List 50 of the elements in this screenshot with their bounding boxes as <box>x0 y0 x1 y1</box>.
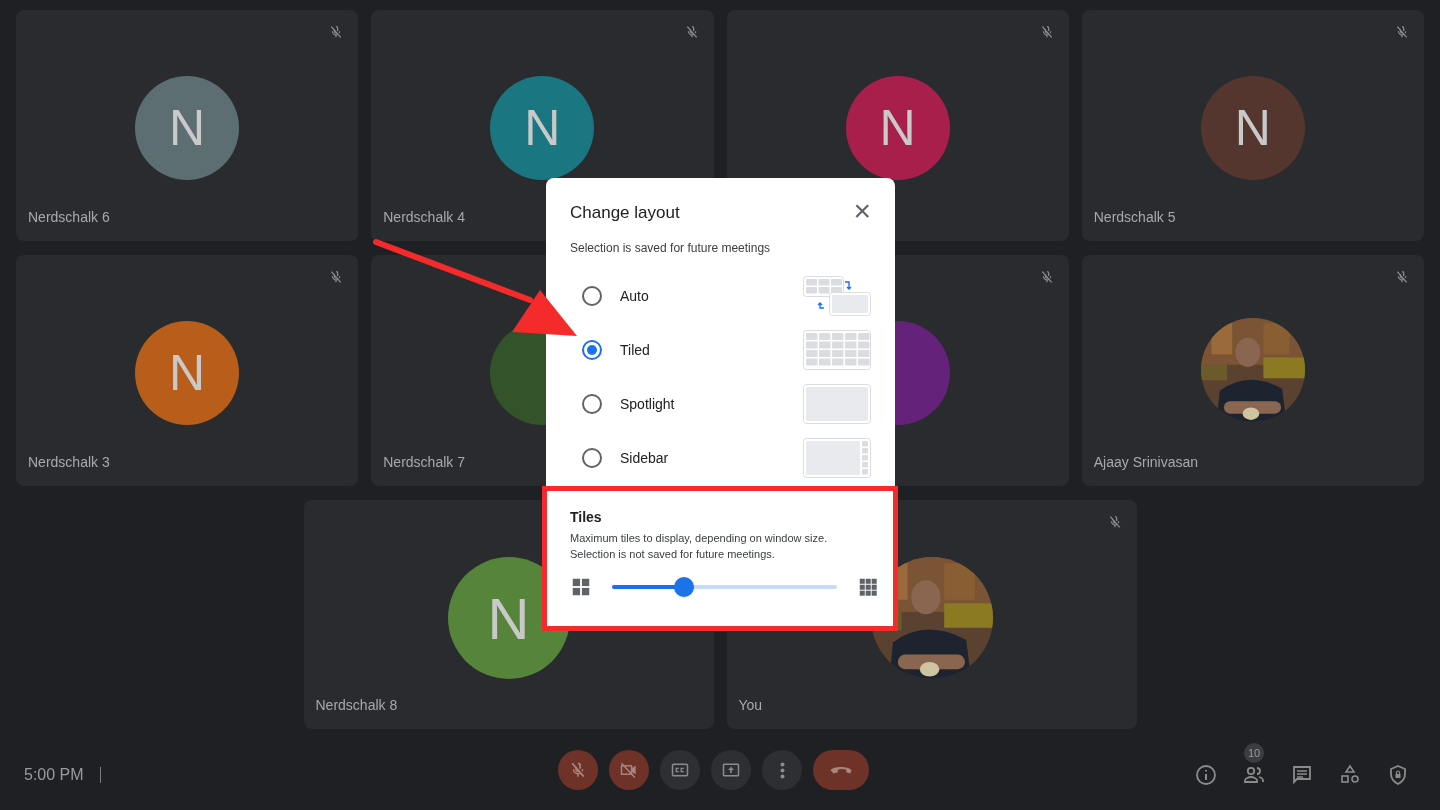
participant-avatar: N <box>135 321 240 425</box>
more-options-button[interactable] <box>762 750 802 790</box>
radio-button[interactable] <box>582 286 602 306</box>
radio-button[interactable] <box>582 448 602 468</box>
phone-icon <box>830 766 852 774</box>
microphone-button[interactable] <box>558 750 598 790</box>
small-tiles-icon <box>857 576 879 598</box>
participant-name: Nerdschalk 8 <box>315 696 398 715</box>
participant-avatar: N <box>845 76 950 180</box>
section-description: Maximum tiles to display, depending on window size. Selection is not saved for future meetings. <box>570 531 829 562</box>
participant-avatar: N <box>1200 76 1305 180</box>
chat-icon <box>1290 763 1314 787</box>
participant-name: Ajaay Srinivasan <box>1093 453 1199 472</box>
participant-name: Nerdschalk 5 <box>1093 208 1176 227</box>
slider-thumb[interactable] <box>674 577 694 597</box>
option-label: Tiled <box>620 341 650 360</box>
dialog-subtitle: Selection is saved for future meetings <box>569 240 772 256</box>
radio-button[interactable] <box>582 340 602 360</box>
more-icon <box>779 761 785 779</box>
option-label: Spotlight <box>620 395 675 414</box>
option-label: Sidebar <box>620 449 669 468</box>
participant-name: Nerdschalk 4 <box>383 208 465 227</box>
radio-button[interactable] <box>582 394 602 414</box>
meeting-details-button[interactable] <box>1194 763 1218 787</box>
auto-layout-preview <box>803 276 871 316</box>
participant-name: Nerdschalk 7 <box>383 453 465 472</box>
present-button[interactable] <box>711 750 751 790</box>
leave-call-button[interactable] <box>813 750 869 790</box>
camera-off-icon <box>619 760 639 780</box>
captions-button[interactable] <box>660 750 700 790</box>
spotlight-layout-preview <box>803 384 871 424</box>
chat-button[interactable] <box>1290 763 1314 787</box>
present-screen-icon <box>721 760 741 780</box>
tiled-layout-preview <box>803 330 871 370</box>
participant-name: Nerdschalk 6 <box>28 208 110 227</box>
large-tiles-icon <box>570 576 592 598</box>
sidebar-layout-preview <box>803 438 871 478</box>
participant-name: You <box>738 696 763 715</box>
participant-count-badge: 10 <box>1244 743 1264 763</box>
info-icon <box>1194 763 1218 787</box>
captions-icon <box>670 760 690 780</box>
dialog-title: Change layout <box>570 202 680 225</box>
participant-avatar: N <box>135 76 240 180</box>
meeting-time: 5:00 PM <box>24 765 84 785</box>
camera-button[interactable] <box>609 750 649 790</box>
option-label: Auto <box>620 287 649 306</box>
close-button[interactable]: × <box>853 196 871 226</box>
participant-avatar: N <box>490 76 595 180</box>
participant-name: Nerdschalk 3 <box>28 453 110 472</box>
section-title: Tiles <box>570 508 603 527</box>
